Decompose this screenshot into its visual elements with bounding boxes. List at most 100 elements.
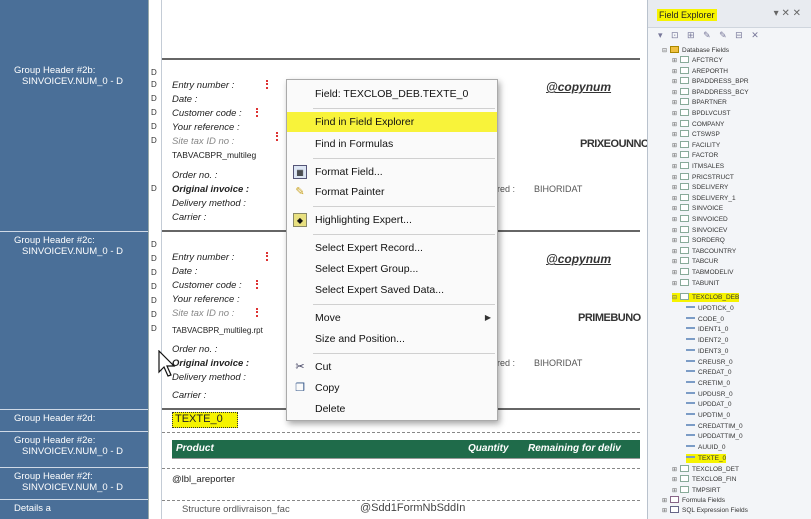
section-group-header-2e[interactable]: Group Header #2e: SINVOICEV.NUM_0 - D bbox=[0, 432, 148, 468]
tree-node-table[interactable]: ⊞ AFCTRCY bbox=[672, 56, 723, 65]
tree-node-table[interactable]: ⊞ SDELIVERY_1 bbox=[672, 193, 736, 203]
tree-node-table[interactable]: ⊞ PRICSTRUCT bbox=[672, 172, 734, 182]
expand-icon: ⊞ bbox=[672, 227, 678, 234]
structure-field[interactable]: Structure ordlivraison_fac bbox=[182, 504, 290, 515]
tree-node-database-fields[interactable]: ⊟ Database Fields bbox=[662, 46, 729, 55]
tree-node-table[interactable]: ⊞ TABCOUNTRY bbox=[672, 246, 736, 256]
menu-separator bbox=[313, 234, 495, 235]
menu-format-field[interactable]: ▦ Format Field... bbox=[287, 162, 497, 182]
tree-node-formula-fields[interactable]: ⊞ Formula Fields bbox=[662, 496, 725, 505]
price-field[interactable]: PRIMEBUNO bbox=[578, 312, 641, 324]
tree-node-table[interactable]: ⊞ FACILITY bbox=[672, 140, 720, 150]
section-details-a[interactable]: Details a bbox=[0, 500, 148, 519]
tree-node-field[interactable]: UPDUSR_0 bbox=[686, 390, 733, 399]
section-group-header-2f[interactable]: Group Header #2f: SINVOICEV.NUM_0 - D bbox=[0, 468, 148, 500]
tree-node-table[interactable]: ⊞ AREPORTH bbox=[672, 66, 728, 76]
tree-node-table[interactable]: ⊞ TEXCLOB_FIN bbox=[672, 475, 736, 484]
tree-node-field[interactable]: CRETIM_0 bbox=[686, 379, 730, 388]
tree-node-table[interactable]: ⊞ SINVOICE bbox=[672, 204, 723, 213]
menu-highlighting-expert[interactable]: ◆ Highlighting Expert... bbox=[287, 210, 497, 230]
tree-node-texte-0[interactable]: TEXTE_0 bbox=[686, 454, 727, 463]
tree-node-field[interactable]: IDENT3_0 bbox=[686, 347, 728, 356]
subreport-label[interactable]: TABVACBPR_multileg bbox=[172, 150, 256, 160]
order-no-label[interactable]: Order no. : bbox=[172, 170, 217, 181]
tree-node-table[interactable]: ⊞ SDELIVERY bbox=[672, 183, 728, 192]
subreport-label[interactable]: TABVACBPR_multileg.rpt bbox=[172, 326, 263, 335]
tree-node-table[interactable]: ⊞ SINVOICEV bbox=[672, 225, 727, 235]
entry-number-label[interactable]: Entry number : bbox=[172, 80, 234, 91]
tree-node-table[interactable]: ⊞ CTSWSP bbox=[672, 130, 720, 139]
menu-find-in-field-explorer[interactable]: Find in Field Explorer bbox=[287, 112, 497, 132]
menu-copy[interactable]: ❐ Copy bbox=[287, 378, 497, 398]
tree-node-table[interactable]: ⊞ SINVOICED bbox=[672, 215, 728, 224]
tree-node-table[interactable]: ⊞ SORDERQ bbox=[672, 236, 725, 245]
tree-node-sql-expression-fields[interactable]: ⊞ SQL Expression Fields bbox=[662, 506, 748, 515]
field-explorer-toolbar[interactable]: ▾ ⊡ ⊞ ✎ ✎ ⊟ ✕ bbox=[658, 30, 762, 41]
menu-select-expert-saved[interactable]: Select Expert Saved Data... bbox=[287, 280, 497, 300]
menu-cut[interactable]: ✂ Cut bbox=[287, 357, 497, 377]
tree-node-field[interactable]: UPDTIM_0 bbox=[686, 411, 730, 420]
tree-node-table[interactable]: ⊞ TABCUR bbox=[672, 257, 718, 266]
tree-node-table[interactable]: ⊞ TMPSIRT bbox=[672, 485, 720, 495]
tree-node-table[interactable]: ⊞ TABUNIT bbox=[672, 278, 719, 288]
entry-number-label[interactable]: Entry number : bbox=[172, 252, 234, 263]
tree-node-field[interactable]: CODE_0 bbox=[686, 315, 724, 324]
tree-node-table[interactable]: ⊞ ITMSALES bbox=[672, 162, 724, 171]
your-reference-label[interactable]: Your reference : bbox=[172, 122, 240, 133]
texte-0-field[interactable]: TEXTE_0 bbox=[172, 412, 238, 428]
tree-node-field[interactable]: UPDDATTIM_0 bbox=[686, 432, 743, 441]
site-tax-id-label[interactable]: Site tax ID no : bbox=[172, 136, 234, 147]
date-label[interactable]: Date : bbox=[172, 266, 197, 277]
menu-select-expert-group[interactable]: Select Expert Group... bbox=[287, 259, 497, 279]
bihoridat-field[interactable]: BIHORIDAT bbox=[534, 358, 582, 368]
delivery-method-label[interactable]: Delivery method : bbox=[172, 198, 246, 209]
tree-node-field[interactable]: CREUSR_0 bbox=[686, 358, 733, 367]
copynum-field[interactable]: @copynum bbox=[546, 80, 611, 94]
tree-node-field[interactable]: CREDAT_0 bbox=[686, 368, 731, 377]
date-label[interactable]: Date : bbox=[172, 94, 197, 105]
section-group-header-2b[interactable]: Group Header #2b: SINVOICEV.NUM_0 - D bbox=[0, 62, 148, 232]
tree-label: TEXCLOB_DET bbox=[692, 466, 739, 473]
tree-node-table[interactable]: ⊞ BPDLVCUST bbox=[672, 109, 731, 118]
menu-size-and-position[interactable]: Size and Position... bbox=[287, 329, 497, 349]
bihoridat-field[interactable]: BIHORIDAT bbox=[534, 184, 582, 194]
your-reference-label[interactable]: Your reference : bbox=[172, 294, 240, 305]
original-invoice-label[interactable]: Original invoice : bbox=[172, 358, 249, 369]
expand-icon: ⊞ bbox=[672, 89, 678, 96]
site-tax-id-label[interactable]: Site tax ID no : bbox=[172, 308, 234, 319]
carrier-label[interactable]: Carrier : bbox=[172, 212, 206, 223]
tree-node-table[interactable]: ⊞ BPARTNER bbox=[672, 98, 727, 107]
tree-node-table[interactable]: ⊞ TABMODELIV bbox=[672, 268, 733, 277]
tree-node-field[interactable]: IDENT2_0 bbox=[686, 336, 728, 345]
copynum-field[interactable]: @copynum bbox=[546, 252, 611, 266]
tree-node-table[interactable]: ⊞ COMPANY bbox=[672, 119, 724, 129]
original-invoice-label[interactable]: Original invoice : bbox=[172, 184, 249, 195]
section-group-header-2c[interactable]: Group Header #2c: SINVOICEV.NUM_0 - D bbox=[0, 232, 148, 410]
tree-node-field[interactable]: UPDTICK_0 bbox=[686, 304, 734, 313]
order-no-label[interactable]: Order no. : bbox=[172, 344, 217, 355]
customer-code-label[interactable]: Customer code : bbox=[172, 280, 242, 291]
customer-code-label[interactable]: Customer code : bbox=[172, 108, 242, 119]
expand-icon: ⊞ bbox=[672, 248, 678, 255]
areporter-field[interactable]: @lbl_areporter bbox=[172, 474, 235, 485]
tree-node-table[interactable]: ⊞ BPADDRESS_BCY bbox=[672, 87, 749, 97]
menu-move[interactable]: Move ▶ bbox=[287, 308, 497, 328]
price-field[interactable]: PRIXEOUNNC bbox=[580, 138, 649, 150]
menu-find-in-formulas[interactable]: Find in Formulas bbox=[287, 134, 497, 154]
tree-node-texclob-deb[interactable]: ⊟ TEXCLOB_DEB bbox=[672, 293, 740, 302]
tree-node-field[interactable]: AUUID_0 bbox=[686, 443, 725, 452]
menu-format-painter[interactable]: ✎ Format Painter bbox=[287, 182, 497, 202]
tree-node-table[interactable]: ⊞ TEXCLOB_DET bbox=[672, 465, 739, 474]
menu-select-expert-record[interactable]: Select Expert Record... bbox=[287, 238, 497, 258]
tree-node-field[interactable]: UPDDAT_0 bbox=[686, 400, 731, 409]
panel-controls-icon[interactable]: ▾ ✕ ✕ bbox=[774, 8, 801, 19]
tree-node-field[interactable]: CREDATTIM_0 bbox=[686, 422, 743, 431]
sdd-field[interactable]: @Sdd1FormNbSddIn bbox=[360, 502, 465, 514]
section-group-header-2d[interactable]: Group Header #2d: bbox=[0, 410, 148, 432]
carrier-label[interactable]: Carrier : bbox=[172, 390, 206, 401]
tree-node-table[interactable]: ⊞ BPADDRESS_BPR bbox=[672, 77, 749, 86]
menu-delete[interactable]: Delete bbox=[287, 399, 497, 419]
tree-node-field[interactable]: IDENT1_0 bbox=[686, 325, 728, 334]
delivery-method-label[interactable]: Delivery method : bbox=[172, 372, 246, 383]
tree-node-table[interactable]: ⊞ FACTOR bbox=[672, 151, 718, 160]
